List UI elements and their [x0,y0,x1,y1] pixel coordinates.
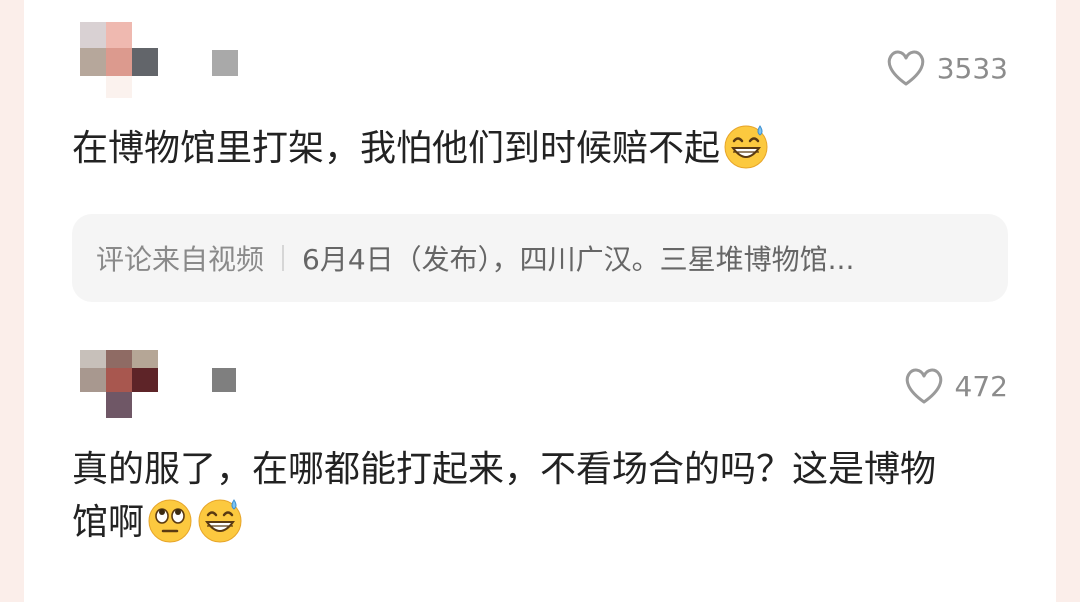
avatar-pixel [80,48,106,76]
avatar-pixel [80,368,106,392]
like-button[interactable]: 3533 [885,48,1008,88]
divider [282,245,285,271]
avatar-pixel [106,48,132,76]
avatar-pixel [106,22,132,48]
comment-item: 3533 在博物馆里打架，我怕他们到时候赔不起 评论来自视频 6月4日（发布），… [72,22,1008,302]
comment-feed: 3533 在博物馆里打架，我怕他们到时候赔不起 评论来自视频 6月4日（发布），… [24,0,1056,602]
comment-text-line: 馆啊 [72,496,936,549]
avatar-pixel [106,368,132,392]
avatar-pixel [80,22,106,48]
eye-roll-emoji [148,499,192,543]
username-pixel[interactable] [212,50,238,76]
comment-text-content: 馆啊 [72,502,145,543]
source-video-title: 6月4日（发布），四川广汉。三星堆博物馆... [302,243,855,276]
comment-text-line: 真的服了，在哪都能打起来，不看场合的吗？这是博物 [72,449,937,490]
like-count: 3533 [936,51,1008,85]
avatar[interactable] [72,22,238,102]
comment-text: 在博物馆里打架，我怕他们到时候赔不起 [72,122,770,175]
grin-sweat-emoji [198,499,242,543]
avatar-pixel [132,368,158,392]
source-label: 评论来自视频 [96,243,265,276]
avatar-pixel [106,76,132,98]
comment-text: 真的服了，在哪都能打起来，不看场合的吗？这是博物 馆啊 [72,444,936,549]
avatar-pixel [106,392,132,418]
avatar-pixel [80,350,106,368]
avatar[interactable] [72,350,236,430]
grin-sweat-emoji [724,125,768,169]
heart-outline-icon [887,50,924,86]
source-video-link[interactable]: 评论来自视频 6月4日（发布），四川广汉。三星堆博物馆... [72,214,1008,302]
avatar-pixel [106,350,132,368]
heart-outline-icon [905,368,942,404]
username-pixel[interactable] [212,368,236,392]
avatar-pixel [132,48,158,76]
comment-text-content: 在博物馆里打架，我怕他们到时候赔不起 [72,128,721,169]
comment-item: 472 真的服了，在哪都能打起来，不看场合的吗？这是博物 馆啊 [72,350,1008,602]
like-button[interactable]: 472 [903,366,1008,406]
avatar-pixel [132,350,158,368]
like-count: 472 [954,369,1008,403]
